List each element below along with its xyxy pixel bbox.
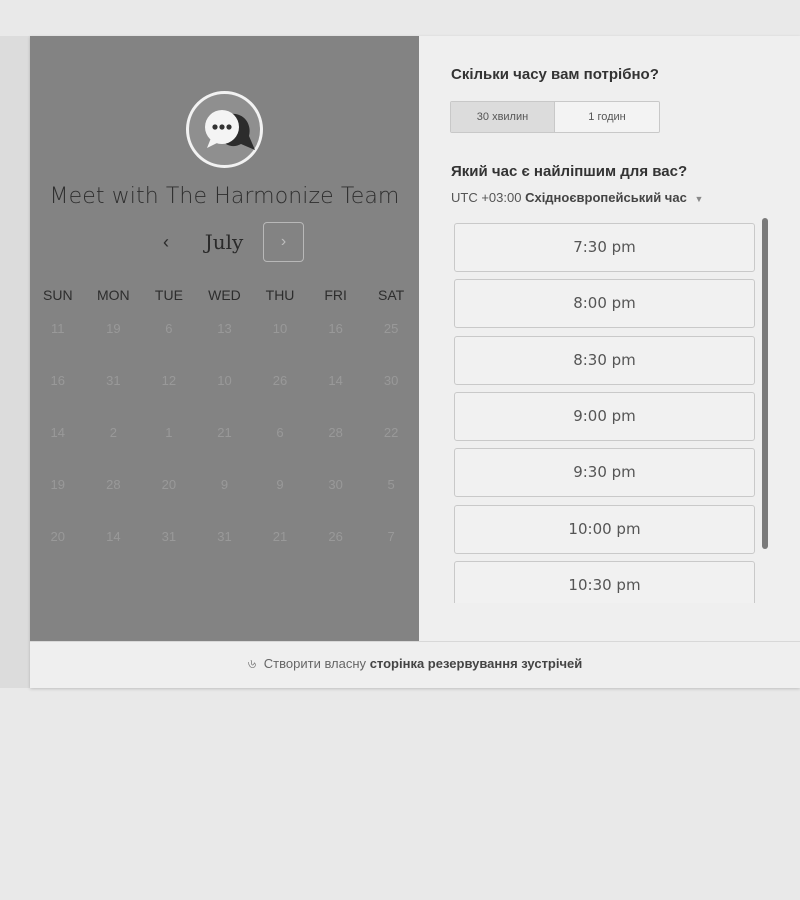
calendar-day: 22 — [383, 425, 399, 440]
calendar-panel: Meet with The Harmonize Team ‹ July › SU… — [30, 36, 419, 641]
weekday-label: WED — [208, 287, 241, 303]
caret-down-icon: ▼ — [694, 194, 704, 204]
booking-card: Meet with The Harmonize Team ‹ July › SU… — [30, 36, 800, 688]
calendar-day: 31 — [161, 529, 177, 544]
calendar-day: 11 — [51, 321, 65, 336]
weekday-label: SAT — [378, 287, 405, 303]
calendar-day: 31 — [106, 373, 121, 388]
duration-selector: 30 хвилин 1 годин — [450, 101, 660, 133]
calendar-day: 9 — [220, 477, 229, 492]
calendar-day: 28 — [328, 425, 343, 440]
calendar-day: 6 — [165, 321, 173, 336]
harmonize-logo-icon: ৬ — [247, 656, 257, 671]
weekday-header: SUN MON TUE WED THU FRI SAT — [30, 284, 419, 306]
weekday-label: MON — [97, 287, 130, 303]
calendar-day: 10 — [272, 321, 288, 336]
calendar-day: 19 — [106, 321, 121, 336]
calendar-day: 14 — [106, 529, 121, 544]
calendar-grid: SUN MON TUE WED THU FRI SAT 11 19 6 13 1… — [30, 284, 419, 574]
create-booking-page-link[interactable]: сторінка резервування зустрічей — [370, 656, 583, 671]
calendar-week: 19 28 20 9 9 30 5 — [30, 470, 419, 522]
footer: ৬ Створити власну сторінка резервування … — [30, 641, 800, 688]
weekday-label: FRI — [324, 287, 347, 303]
calendar-day: 13 — [217, 321, 232, 336]
calendar-day: 31 — [217, 529, 232, 544]
timezone-selector[interactable]: UTC +03:00 Східноєвропейський час ▼ — [451, 190, 703, 205]
calendar-day: 19 — [50, 477, 66, 492]
calendar-week: 11 19 6 13 10 16 25 — [30, 314, 419, 366]
calendar-week: 20 14 31 31 21 26 7 — [30, 522, 419, 574]
duration-1hour-button[interactable]: 1 годин — [555, 102, 659, 132]
calendar-day: 25 — [383, 321, 399, 336]
calendar-day: 14 — [328, 373, 343, 388]
next-month-button[interactable]: › — [263, 222, 304, 262]
time-slot-button[interactable]: 10:30 pm — [454, 561, 755, 603]
calendar-day: 26 — [272, 373, 288, 388]
weekday-label: TUE — [154, 287, 183, 303]
time-question: Який час є найліпшим для вас? — [451, 163, 688, 180]
timezone-offset: UTC +03:00 — [451, 190, 522, 205]
calendar-day: 14 — [50, 425, 66, 440]
time-slot-button[interactable]: 7:30 pm — [454, 223, 755, 272]
calendar-day: 16 — [50, 373, 66, 388]
chevron-right-icon: › — [280, 233, 287, 250]
calendar-day: 30 — [328, 477, 343, 492]
calendar-day: 16 — [328, 321, 343, 336]
time-slot-button[interactable]: 8:00 pm — [454, 279, 755, 328]
time-slot-list: 7:30 pm 8:00 pm 8:30 pm 9:00 pm 9:30 pm … — [454, 221, 755, 603]
slot-list-scrollbar[interactable] — [762, 218, 768, 549]
calendar-day: 30 — [383, 373, 399, 388]
calendar-day: 5 — [387, 477, 395, 492]
duration-question: Скільки часу вам потрібно? — [451, 66, 659, 83]
time-slot-button[interactable]: 8:30 pm — [454, 336, 755, 385]
weekday-label: THU — [265, 287, 295, 303]
calendar-day: 9 — [276, 477, 284, 492]
calendar-day: 21 — [272, 529, 288, 544]
duration-30min-button[interactable]: 30 хвилин — [451, 102, 555, 132]
footer-prefix: Створити власну — [263, 656, 367, 671]
timezone-name: Східноєвропейський час — [525, 190, 687, 205]
month-navigation: ‹ July › — [30, 222, 419, 262]
calendar-day: 21 — [217, 425, 232, 440]
booking-panel: Скільки часу вам потрібно? 30 хвилин 1 г… — [419, 36, 800, 641]
chat-logo-icon — [186, 91, 263, 168]
calendar-week: 14 2 1 21 6 28 22 — [30, 418, 419, 470]
calendar-days: 11 19 6 13 10 16 25 16 31 12 10 26 14 30 — [30, 314, 419, 574]
calendar-day: 2 — [109, 425, 117, 440]
calendar-day: 7 — [387, 529, 395, 544]
calendar-day: 1 — [165, 425, 173, 440]
time-slot-button[interactable]: 9:30 pm — [454, 448, 755, 497]
calendar-day: 28 — [106, 477, 121, 492]
calendar-week: 16 31 12 10 26 14 30 — [30, 366, 419, 418]
calendar-day: 10 — [217, 373, 232, 388]
calendar-day: 6 — [276, 425, 284, 440]
weekday-label: SUN — [43, 287, 73, 303]
calendar-day: 20 — [50, 529, 66, 544]
time-slot-button[interactable]: 10:00 pm — [454, 505, 755, 554]
team-title: Meet with The Harmonize Team — [49, 184, 400, 209]
background-strip — [0, 36, 30, 688]
calendar-day: 20 — [161, 477, 177, 492]
chevron-left-icon: ‹ — [163, 232, 169, 252]
calendar-day: 12 — [161, 373, 177, 388]
time-slot-button[interactable]: 9:00 pm — [454, 392, 755, 441]
calendar-day: 26 — [328, 529, 343, 544]
month-label: July — [204, 230, 244, 254]
prev-month-button[interactable]: ‹ — [154, 222, 178, 262]
